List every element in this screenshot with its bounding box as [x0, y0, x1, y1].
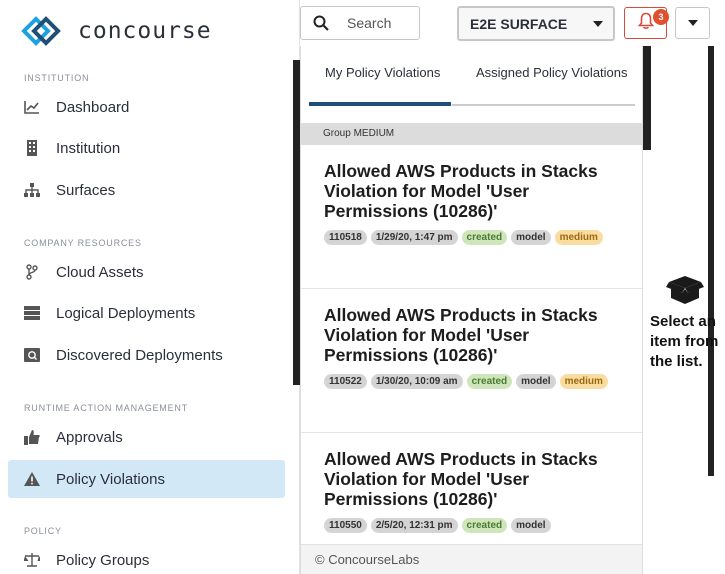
detail-empty-state: Select an item from the list.: [650, 272, 725, 372]
branch-icon: [24, 264, 40, 280]
logo[interactable]: concourse: [16, 12, 212, 50]
balance-scale-icon: [24, 552, 40, 568]
copyright-footer: © ConcourseLabs: [301, 544, 642, 574]
status-tag: created: [466, 374, 513, 389]
sidebar: concourse INSTITUTION Dashboard Institut…: [0, 0, 300, 574]
sidebar-item-dashboard[interactable]: Dashboard: [8, 88, 285, 126]
date-tag: 1/29/20, 1:47 pm: [370, 230, 458, 245]
chevron-down-icon: [593, 20, 603, 27]
sidebar-item-discovered-deployments[interactable]: Discovered Deployments: [8, 336, 285, 374]
chevron-down-icon: [687, 20, 698, 26]
building-icon: [24, 140, 40, 156]
sidebar-item-label: Policy Violations: [56, 470, 165, 488]
warning-icon: [24, 471, 40, 487]
type-tag: model: [516, 374, 556, 389]
tab-assigned-policy-violations[interactable]: Assigned Policy Violations: [452, 64, 635, 106]
section-heading-policy: POLICY: [24, 526, 62, 536]
sitemap-icon: [24, 182, 40, 198]
severity-tag: medium: [554, 230, 603, 245]
environment-value: E2E SURFACE: [470, 15, 568, 32]
id-tag: 110550: [324, 518, 367, 533]
empty-state-message: Select an item from the list.: [650, 313, 719, 370]
sidebar-item-label: Logical Deployments: [56, 304, 196, 322]
sidebar-item-label: Surfaces: [56, 181, 116, 199]
tag-list: 110550 2/5/20, 12:31 pm created model: [324, 518, 614, 533]
sidebar-item-surfaces[interactable]: Surfaces: [8, 171, 285, 209]
sidebar-item-label: Discovered Deployments: [56, 346, 223, 364]
status-tag: created: [461, 230, 508, 245]
bell-icon: [637, 12, 655, 35]
logo-text: concourse: [78, 18, 212, 44]
tag-list: 110522 1/30/20, 10:09 am created model m…: [324, 374, 614, 389]
user-menu-button[interactable]: [675, 7, 710, 39]
sidebar-item-logical-deployments[interactable]: Logical Deployments: [8, 294, 285, 332]
sidebar-item-cloud-assets[interactable]: Cloud Assets: [8, 253, 285, 291]
violation-title: Allowed AWS Products in Stacks Violation…: [324, 305, 598, 365]
id-tag: 110522: [324, 374, 367, 389]
search-server-icon: [24, 347, 40, 363]
search-box[interactable]: [300, 6, 420, 40]
sidebar-item-label: Institution: [56, 139, 121, 157]
severity-tag: medium: [559, 374, 608, 389]
violations-panel: My Policy Violations Assigned Policy Vio…: [300, 46, 643, 574]
type-tag: model: [511, 518, 551, 533]
sidebar-item-label: Cloud Assets: [56, 263, 144, 281]
date-tag: 2/5/20, 12:31 pm: [370, 518, 458, 533]
search-input[interactable]: [347, 15, 417, 31]
date-tag: 1/30/20, 10:09 am: [370, 374, 463, 389]
server-icon: [24, 305, 40, 321]
sidebar-item-label: Approvals: [56, 428, 123, 446]
sidebar-item-label: Policy Groups: [56, 551, 150, 569]
search-icon: [313, 15, 329, 31]
panel-shadow-right: [643, 46, 651, 150]
sidebar-item-institution[interactable]: Institution: [8, 129, 285, 167]
environment-select[interactable]: E2E SURFACE: [457, 6, 615, 41]
status-tag: created: [461, 518, 508, 533]
id-tag: 110518: [324, 230, 367, 245]
violation-card[interactable]: Allowed AWS Products in Stacks Violation…: [301, 289, 642, 433]
section-heading-institution: INSTITUTION: [24, 73, 90, 83]
chart-line-icon: [24, 99, 40, 115]
type-tag: model: [511, 230, 551, 245]
section-heading-company-resources: COMPANY RESOURCES: [24, 238, 142, 248]
sidebar-item-policy-groups[interactable]: Policy Groups: [8, 541, 285, 574]
sidebar-item-approvals[interactable]: Approvals: [8, 418, 285, 456]
concourse-logo-icon: [21, 16, 61, 46]
section-heading-runtime-action-management: RUNTIME ACTION MANAGEMENT: [24, 403, 189, 413]
sidebar-item-policy-violations[interactable]: Policy Violations: [8, 460, 285, 498]
tag-list: 110518 1/29/20, 1:47 pm created model me…: [324, 230, 614, 245]
notification-count-badge: 3: [653, 9, 669, 25]
sidebar-item-label: Dashboard: [56, 98, 130, 116]
thumbs-up-icon: [24, 429, 40, 445]
violation-title: Allowed AWS Products in Stacks Violation…: [324, 449, 598, 509]
violation-card[interactable]: Allowed AWS Products in Stacks Violation…: [301, 145, 642, 289]
group-header: Group MEDIUM: [301, 123, 642, 145]
detail-scrollbar[interactable]: [708, 46, 714, 476]
violation-title: Allowed AWS Products in Stacks Violation…: [324, 161, 598, 221]
tab-my-policy-violations[interactable]: My Policy Violations: [309, 64, 451, 106]
open-box-icon: [666, 276, 704, 304]
